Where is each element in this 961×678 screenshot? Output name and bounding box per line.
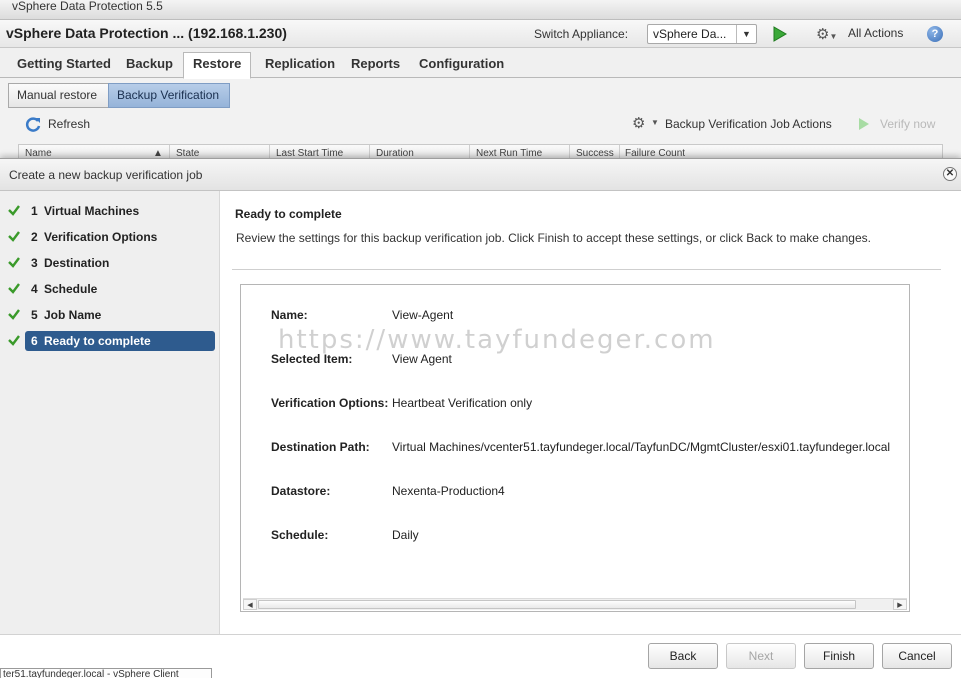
create-verification-job-dialog: Create a new backup verification job ✕ 1… [0, 158, 961, 678]
footer-divider [0, 634, 961, 635]
scrollbar-thumb[interactable] [258, 600, 856, 609]
step-label: Job Name [44, 308, 102, 322]
main-tabs: Getting Started Backup Restore Replicati… [0, 48, 961, 79]
cancel-button[interactable]: Cancel [882, 643, 952, 669]
switch-appliance-label: Switch Appliance: [534, 27, 629, 41]
tab-replication[interactable]: Replication [255, 52, 345, 78]
summary-value: View-Agent [392, 308, 454, 322]
step-label: Destination [44, 256, 110, 270]
step-number: 4 [31, 282, 38, 296]
summary-value: Nexenta-Production4 [392, 484, 505, 498]
summary-key: Schedule: [271, 528, 329, 542]
taskbar-item[interactable]: ter51.tayfundeger.local - vSphere Client [0, 668, 212, 678]
scroll-left-icon[interactable]: ◀ [243, 599, 257, 610]
step-label: Verification Options [44, 230, 158, 244]
step-heading: Ready to complete [235, 207, 342, 221]
next-button[interactable]: Next [726, 643, 796, 669]
tab-restore[interactable]: Restore [183, 52, 252, 79]
wizard-step-virtual-machines[interactable]: 1 Virtual Machines [5, 201, 215, 221]
tab-reports[interactable]: Reports [341, 52, 410, 78]
horizontal-scrollbar[interactable]: ◀ ▶ [243, 598, 907, 610]
dialog-header: Create a new backup verification job ✕ [0, 159, 961, 191]
play-icon [859, 118, 869, 130]
wizard-step-schedule[interactable]: 4 Schedule [5, 279, 215, 299]
watermark: https://www.tayfundeger.com [278, 325, 716, 355]
gear-icon[interactable]: ⚙▼ [816, 25, 842, 43]
chevron-down-icon: ▼ [736, 25, 756, 43]
tab-backup[interactable]: Backup [116, 52, 183, 78]
dialog-title: Create a new backup verification job [9, 168, 203, 182]
summary-key: Name: [271, 308, 308, 322]
tab-getting-started[interactable]: Getting Started [7, 52, 121, 78]
step-number: 3 [31, 256, 38, 270]
switch-appliance-value: vSphere Da... [653, 27, 727, 41]
help-icon[interactable]: ? [927, 26, 943, 42]
check-icon [8, 231, 20, 242]
step-number: 1 [31, 204, 38, 218]
scroll-right-icon[interactable]: ▶ [893, 599, 907, 610]
step-number: 2 [31, 230, 38, 244]
summary-key: Datastore: [271, 484, 331, 498]
chevron-down-icon: ▼ [651, 118, 659, 127]
step-number: 5 [31, 308, 38, 322]
wizard-step-job-name[interactable]: 5 Job Name [5, 305, 215, 325]
step-description: Review the settings for this backup veri… [236, 231, 871, 245]
wizard-step-destination[interactable]: 3 Destination [5, 253, 215, 273]
check-icon [8, 335, 20, 346]
step-label: Ready to complete [44, 334, 151, 348]
summary-value: Heartbeat Verification only [392, 396, 533, 410]
wizard-step-verification-options[interactable]: 2 Verification Options [5, 227, 215, 247]
refresh-icon [25, 117, 41, 132]
check-icon [8, 205, 20, 216]
app-title: vSphere Data Protection 5.5 [12, 0, 163, 13]
summary-key: Verification Options: [271, 396, 389, 410]
appliance-header: vSphere Data Protection ... (192.168.1.2… [0, 20, 961, 48]
summary-key: Destination Path: [271, 440, 370, 454]
subtab-backup-verification[interactable]: Backup Verification [108, 83, 230, 108]
job-actions-label: Backup Verification Job Actions [665, 117, 832, 131]
gear-icon: ⚙ [632, 115, 646, 132]
close-icon[interactable]: ✕ [943, 167, 957, 181]
step-number: 6 [31, 334, 38, 348]
refresh-label: Refresh [48, 117, 91, 131]
subtab-manual-restore[interactable]: Manual restore [8, 83, 109, 108]
wizard-steps: 1 Virtual Machines 2 Verification Option… [0, 191, 220, 634]
app-title-bar: vSphere Data Protection 5.5 [0, 0, 961, 20]
appliance-title: vSphere Data Protection ... (192.168.1.2… [6, 25, 287, 41]
divider [232, 269, 941, 270]
tab-configuration[interactable]: Configuration [409, 52, 514, 78]
summary-value: Daily [392, 528, 419, 542]
check-icon [8, 257, 20, 268]
connect-play-icon[interactable] [773, 26, 787, 42]
back-button[interactable]: Back [648, 643, 718, 669]
finish-button[interactable]: Finish [804, 643, 874, 669]
check-icon [8, 283, 20, 294]
check-icon [8, 309, 20, 320]
summary-value: Virtual Machines/vcenter51.tayfundeger.l… [392, 440, 891, 454]
all-actions-menu[interactable]: All Actions [848, 26, 903, 40]
switch-appliance-select[interactable]: vSphere Da... ▼ [647, 24, 757, 44]
wizard-step-ready-to-complete[interactable]: 6 Ready to complete [5, 331, 215, 351]
verify-now-label: Verify now [880, 117, 936, 131]
step-label: Virtual Machines [44, 204, 140, 218]
step-label: Schedule [44, 282, 98, 296]
